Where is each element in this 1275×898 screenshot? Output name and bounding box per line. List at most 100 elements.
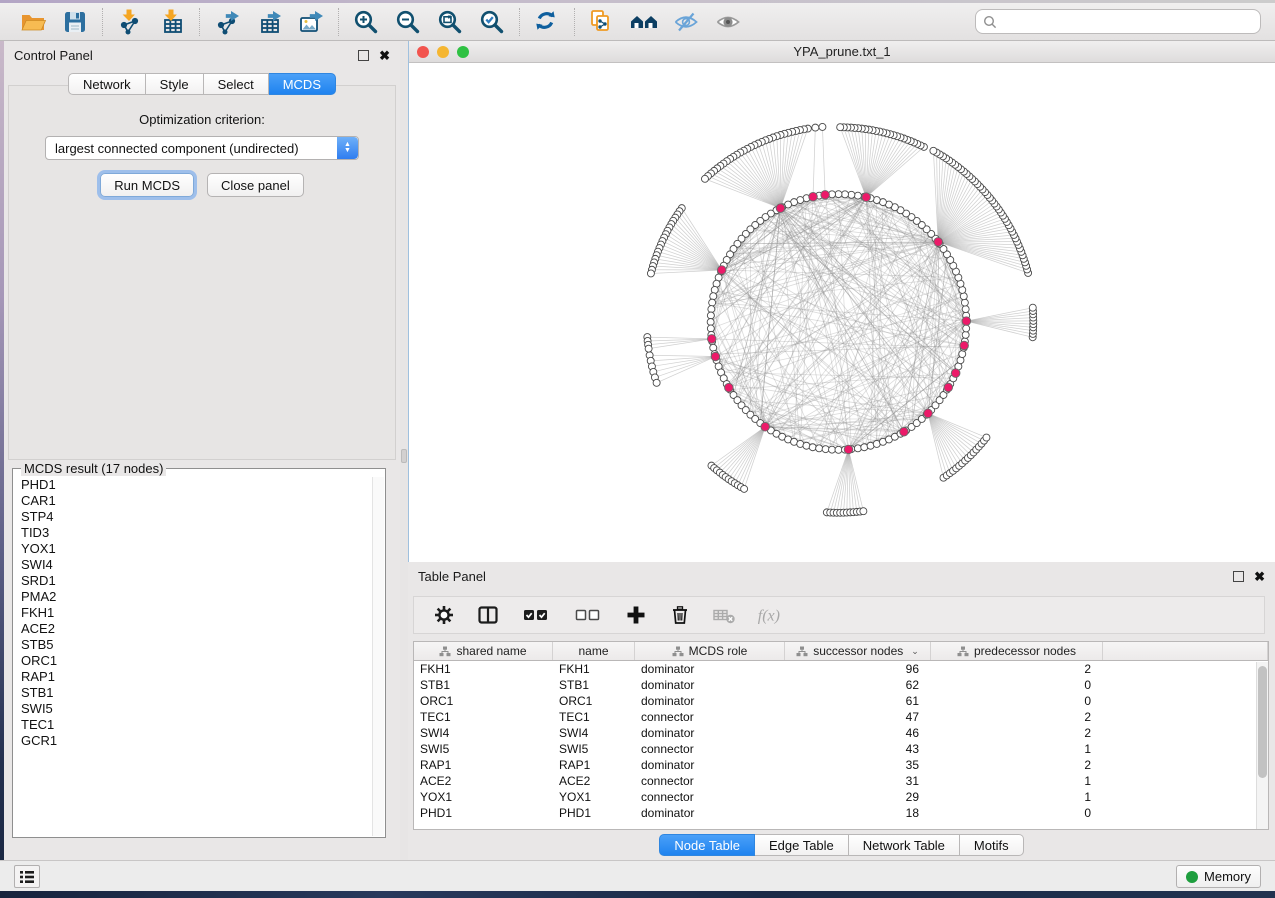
- run-mcds-button[interactable]: Run MCDS: [100, 173, 194, 197]
- mcds-result-item[interactable]: ACE2: [14, 621, 372, 637]
- table-row[interactable]: ACE2ACE2connector311: [414, 773, 1268, 789]
- cell-MCDS-role: dominator: [635, 725, 785, 741]
- table-row[interactable]: STB1STB1dominator620: [414, 677, 1268, 693]
- mcds-result-item[interactable]: PHD1: [14, 477, 372, 493]
- tab-network-table[interactable]: Network Table: [849, 834, 960, 856]
- import-network-icon[interactable]: [115, 7, 145, 37]
- mcds-result-item[interactable]: STP4: [14, 509, 372, 525]
- column-header-MCDS-role[interactable]: MCDS role: [635, 642, 785, 660]
- import-table-icon[interactable]: [157, 7, 187, 37]
- column-header-successor-nodes[interactable]: successor nodes⌄: [785, 642, 931, 660]
- table-row[interactable]: FKH1FKH1dominator962: [414, 661, 1268, 677]
- column-header-shared-name[interactable]: shared name: [414, 642, 553, 660]
- status-menu-button[interactable]: [14, 865, 40, 888]
- tab-network[interactable]: Network: [68, 73, 146, 95]
- export-table-icon[interactable]: [254, 7, 284, 37]
- first-neighbors-icon[interactable]: [629, 7, 659, 37]
- column-selector-icon[interactable]: [476, 603, 500, 627]
- control-panel-title: Control Panel: [14, 48, 93, 63]
- node-table: shared namenameMCDS rolesuccessor nodes⌄…: [413, 641, 1269, 830]
- mcds-result-item[interactable]: FKH1: [14, 605, 372, 621]
- tab-style[interactable]: Style: [146, 73, 204, 95]
- cell-shared-name: ACE2: [414, 773, 553, 789]
- export-network-icon[interactable]: [212, 7, 242, 37]
- cell-name: ORC1: [553, 693, 635, 709]
- tab-mcds[interactable]: MCDS: [269, 73, 336, 95]
- network-canvas[interactable]: [409, 63, 1275, 562]
- search-box[interactable]: [975, 9, 1261, 34]
- tab-motifs[interactable]: Motifs: [960, 834, 1024, 856]
- mcds-result-list[interactable]: PHD1CAR1STP4TID3YOX1SWI4SRD1PMA2FKH1ACE2…: [14, 477, 372, 836]
- network-title-bar[interactable]: YPA_prune.txt_1: [409, 41, 1275, 63]
- cell-predecessor-nodes: 0: [931, 805, 1103, 821]
- toolbar-separator: [574, 8, 575, 36]
- table-scrollbar[interactable]: [1256, 662, 1268, 829]
- table-row[interactable]: ORC1ORC1dominator610: [414, 693, 1268, 709]
- mcds-result-item[interactable]: GCR1: [14, 733, 372, 749]
- clone-network-icon[interactable]: [587, 7, 617, 37]
- cell-predecessor-nodes: 2: [931, 757, 1103, 773]
- table-row[interactable]: SWI4SWI4dominator462: [414, 725, 1268, 741]
- mcds-result-item[interactable]: STB5: [14, 637, 372, 653]
- tab-node-table[interactable]: Node Table: [659, 834, 755, 856]
- table-row[interactable]: YOX1YOX1connector291: [414, 789, 1268, 805]
- mcds-result-item[interactable]: SWI5: [14, 701, 372, 717]
- splitter-handle-icon[interactable]: [401, 449, 407, 463]
- table-body: FKH1FKH1dominator962STB1STB1dominator620…: [414, 661, 1268, 821]
- add-column-icon[interactable]: [624, 603, 648, 627]
- zoom-out-icon[interactable]: [393, 7, 423, 37]
- refresh-icon[interactable]: [532, 7, 562, 37]
- table-row[interactable]: SWI5SWI5connector431: [414, 741, 1268, 757]
- table-row[interactable]: RAP1RAP1dominator352: [414, 757, 1268, 773]
- mcds-result-item[interactable]: ORC1: [14, 653, 372, 669]
- cell-name: STB1: [553, 677, 635, 693]
- column-header-predecessor-nodes[interactable]: predecessor nodes: [931, 642, 1103, 660]
- mcds-result-item[interactable]: TEC1: [14, 717, 372, 733]
- cell-predecessor-nodes: 2: [931, 725, 1103, 741]
- mcds-result-item[interactable]: YOX1: [14, 541, 372, 557]
- mcds-result-item[interactable]: RAP1: [14, 669, 372, 685]
- cell-shared-name: FKH1: [414, 661, 553, 677]
- memory-status-icon: [1186, 871, 1198, 883]
- close-panel-icon[interactable]: ✖: [379, 50, 390, 61]
- column-header-name[interactable]: name: [553, 642, 635, 660]
- table-panel: Table Panel ✖ f(x) shared namenameMCDS r…: [408, 562, 1275, 860]
- hide-selected-icon[interactable]: [671, 7, 701, 37]
- delete-column-icon[interactable]: [668, 603, 692, 627]
- tab-select[interactable]: Select: [204, 73, 269, 95]
- show-all-icon[interactable]: [713, 7, 743, 37]
- zoom-in-icon[interactable]: [351, 7, 381, 37]
- cell-successor-nodes: 43: [785, 741, 931, 757]
- float-table-panel-icon[interactable]: [1233, 571, 1244, 582]
- export-image-icon[interactable]: [296, 7, 326, 37]
- float-panel-icon[interactable]: [358, 50, 369, 61]
- deselect-all-icon[interactable]: [572, 603, 604, 627]
- panel-splitter[interactable]: [400, 41, 408, 860]
- mcds-result-item[interactable]: SRD1: [14, 573, 372, 589]
- mcds-result-item[interactable]: STB1: [14, 685, 372, 701]
- open-session-icon[interactable]: [18, 7, 48, 37]
- table-scrollbar-thumb[interactable]: [1258, 666, 1267, 778]
- table-row[interactable]: TEC1TEC1connector472: [414, 709, 1268, 725]
- tab-edge-table[interactable]: Edge Table: [755, 834, 849, 856]
- save-session-icon[interactable]: [60, 7, 90, 37]
- mcds-list-scrollbar[interactable]: [372, 477, 384, 836]
- zoom-selected-icon[interactable]: [477, 7, 507, 37]
- close-panel-button[interactable]: Close panel: [207, 173, 304, 197]
- settings-gear-icon[interactable]: [432, 603, 456, 627]
- table-row[interactable]: PHD1PHD1dominator180: [414, 805, 1268, 821]
- mcds-result-item[interactable]: CAR1: [14, 493, 372, 509]
- memory-button[interactable]: Memory: [1176, 865, 1261, 888]
- column-scope-icon: [672, 646, 684, 657]
- mcds-result-item[interactable]: PMA2: [14, 589, 372, 605]
- cell-MCDS-role: dominator: [635, 757, 785, 773]
- mcds-result-item[interactable]: TID3: [14, 525, 372, 541]
- select-all-icon[interactable]: [520, 603, 552, 627]
- search-input[interactable]: [997, 13, 1253, 30]
- optimization-criterion-value: largest connected component (undirected): [46, 141, 337, 156]
- zoom-fit-icon[interactable]: [435, 7, 465, 37]
- optimization-criterion-select[interactable]: largest connected component (undirected)…: [45, 136, 359, 160]
- mcds-result-item[interactable]: SWI4: [14, 557, 372, 573]
- cell-predecessor-nodes: 1: [931, 773, 1103, 789]
- close-table-panel-icon[interactable]: ✖: [1254, 571, 1265, 582]
